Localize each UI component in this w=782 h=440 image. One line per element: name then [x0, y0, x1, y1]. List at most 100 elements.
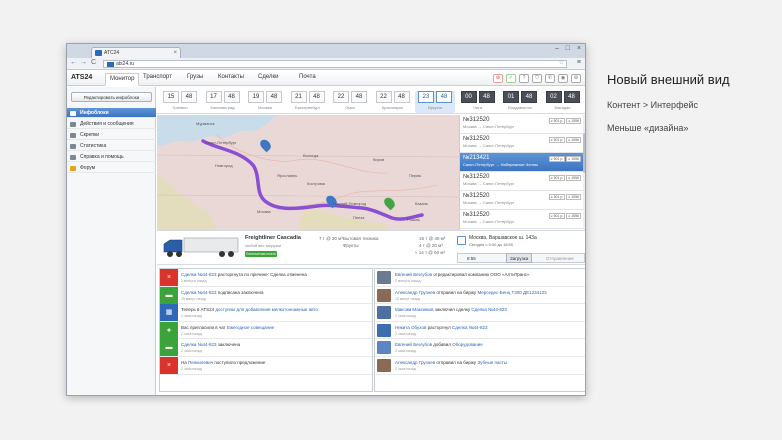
activity-user-link[interactable]: Никита Обухов [395, 325, 426, 330]
road-line [216, 134, 388, 174]
activity-item: Александр Грузнев отправил на биржу Мерс… [375, 287, 585, 305]
tab-monitor[interactable]: Монитор [105, 73, 140, 86]
orders-scrollbar[interactable] [583, 115, 585, 230]
activity-object-link[interactable]: Сделка №44-823 [471, 307, 507, 312]
avatar[interactable] [377, 358, 391, 372]
sidebar-item-help[interactable]: Справка и помощь [67, 152, 156, 162]
order-item[interactable]: №312520 Москва → Санкт-Петербург ≥ 501 р. ≥… [460, 115, 583, 134]
activity-user-link[interactable]: Александр Грузнев [395, 290, 435, 295]
app-logo[interactable]: ATS24 [71, 74, 92, 81]
activity-time: 2 часа назад [395, 366, 416, 371]
route-map[interactable]: Мурманск Санкт-Петербург Новгород Москва… [157, 115, 459, 230]
tab-cargo[interactable]: Грузы [187, 74, 203, 80]
map-label: Нижний Новгород [333, 201, 367, 206]
clock-3[interactable]: 21 48 Екатеринбург [288, 91, 328, 113]
help-icon[interactable]: ? [519, 74, 529, 83]
stage-current[interactable]: Загрузка [506, 253, 533, 263]
forward-icon[interactable]: → [80, 59, 87, 66]
clock-9[interactable]: 02 48 Магадан [543, 91, 583, 113]
activity-object-link[interactable]: Оборудование [452, 342, 483, 347]
activity-time: 2 часа назад [395, 314, 416, 319]
order-item[interactable]: №312520 Москва → Санкт-Петербург ≥ 501 р. ≥… [460, 210, 583, 229]
truck-name[interactable]: Freightliner Cascadia [245, 235, 301, 241]
activity-object-link[interactable]: Зубные пасты [477, 360, 507, 365]
minimize-icon[interactable]: – [555, 45, 559, 52]
clock-city: Красноярск [381, 105, 404, 110]
clock-5[interactable]: 22 48 Красноярск [373, 91, 413, 113]
tab-mail[interactable]: Почта [299, 74, 316, 80]
clock-6[interactable]: 23 48 Иркутск [415, 91, 455, 113]
event-link[interactable]: Сделка №44-823 [181, 290, 217, 295]
clock-time: 23 48 [415, 91, 455, 103]
activity-object-link[interactable]: Сделка №44-823 [452, 325, 488, 330]
tab-deals[interactable]: Сделки [258, 74, 278, 80]
tab-transport[interactable]: Транспорт [143, 74, 172, 80]
clock-4[interactable]: 22 48 Омск [330, 91, 370, 113]
order-price: ≥ 501 р. ≥ 1556 [548, 194, 581, 200]
scrollbar-thumb[interactable] [583, 133, 585, 173]
bookmark-star-icon[interactable]: ☆ [559, 60, 564, 67]
order-item[interactable]: №312520 Москва → Санкт-Петербург ≥ 501 р. ≥… [460, 134, 583, 153]
avatar[interactable] [377, 323, 391, 337]
event-time: 2 часа назад [181, 314, 202, 319]
stage-next[interactable]: Отправление [546, 254, 574, 263]
order-price: ≥ 501 р. ≥ 1556 [548, 118, 581, 124]
sidebar-item-actions[interactable]: Действия и сообщения [67, 119, 156, 129]
event-link[interactable]: доступны для добавления мелкотоннажные а… [215, 307, 318, 312]
clock-7[interactable]: 00 48 Чита [458, 91, 498, 113]
activity-user-link[interactable]: Александр Грузнев [395, 360, 435, 365]
filter-icon[interactable]: ⛉ [532, 74, 542, 83]
sidebar-item-forum[interactable]: Форум [67, 163, 156, 173]
activity-object-link[interactable]: Мерседес-Бенц T300 ДЕ1234123 [477, 290, 546, 295]
phone-icon[interactable]: ✆ [545, 74, 555, 83]
address-bar-row: ← → C ats24.ru ☆ ≡ [67, 58, 585, 70]
event-time: 2 минуты назад [181, 279, 207, 283]
event-link[interactable]: Сделка №44-823 [181, 272, 217, 277]
sidebar-item-infoblocks[interactable]: Инфоблоки [67, 108, 156, 118]
tab-close-icon[interactable]: × [173, 48, 177, 58]
event-link[interactable]: Пенкилевич [188, 360, 213, 365]
browser-menu-icon[interactable]: ≡ [577, 59, 581, 66]
order-item[interactable]: №312520 Москва → Санкт-Петербург ≥ 501 р. ≥… [460, 172, 583, 191]
sidebar-item-clips[interactable]: Скрепки [67, 130, 156, 140]
sidebar-item-stats[interactable]: Статистика [67, 141, 156, 151]
map-label: Ярославль [277, 173, 298, 178]
window-close-icon[interactable]: × [577, 45, 581, 52]
truck-illustration [163, 237, 239, 257]
avatar[interactable] [377, 288, 391, 302]
event-time: 2 часа назад [181, 331, 202, 336]
grid-line [157, 194, 459, 198]
order-item[interactable]: №312520 Москва → Санкт-Петербург ≥ 501 р. ≥… [460, 191, 583, 210]
event-link[interactable]: Ежегодное совещание [227, 325, 274, 330]
destination-address[interactable]: Москва, Варшавское ш. 143а [469, 235, 537, 241]
activity-text: Евгений Безгубов добавил Оборудование [395, 342, 584, 347]
browser-tab[interactable]: ATC24 × [91, 47, 181, 58]
back-icon[interactable]: ← [70, 59, 77, 66]
clock-city: Владивосток [508, 105, 532, 110]
slide-line-2: Меньше «дизайна» [607, 123, 689, 133]
check-icon[interactable]: ✓ [506, 74, 516, 83]
clock-8[interactable]: 01 48 Владивосток [500, 91, 540, 113]
maximize-icon[interactable]: □ [566, 45, 570, 52]
activity-user-link[interactable]: Евгений Безгубов [395, 342, 432, 347]
clock-0[interactable]: 15 48 Гринвич [160, 91, 200, 113]
activity-user-link[interactable]: Евгений Безгубов [395, 272, 432, 277]
site-icon [107, 62, 114, 67]
stamp-icon[interactable]: ⊘ [493, 74, 503, 83]
settings-icon[interactable]: ⚙ [571, 74, 581, 83]
activity-user-link[interactable]: Максим Максимов [395, 307, 434, 312]
avatar[interactable] [377, 306, 391, 320]
destination-date: Сегодня с 9:00 до 18:00 [469, 242, 514, 247]
reload-icon[interactable]: C [91, 59, 96, 66]
order-item[interactable]: №213421 Санкт-Петербург → Набережные Челн… [460, 153, 583, 172]
event-link[interactable]: Сделка №44-823 [181, 342, 217, 347]
edit-infoblocks-button[interactable]: Редактировать инфоблоки [71, 92, 152, 102]
user-icon[interactable]: ◉ [558, 74, 568, 83]
avatar[interactable] [377, 341, 391, 355]
clock-2[interactable]: 19 48 Москва [245, 91, 285, 113]
clock-hours: 22 [333, 91, 349, 103]
clock-1[interactable]: 17 48 Калининград [203, 91, 243, 113]
tab-contacts[interactable]: Контакты [218, 74, 244, 80]
url-input[interactable]: ats24.ru ☆ [103, 60, 567, 68]
avatar[interactable] [377, 271, 391, 284]
